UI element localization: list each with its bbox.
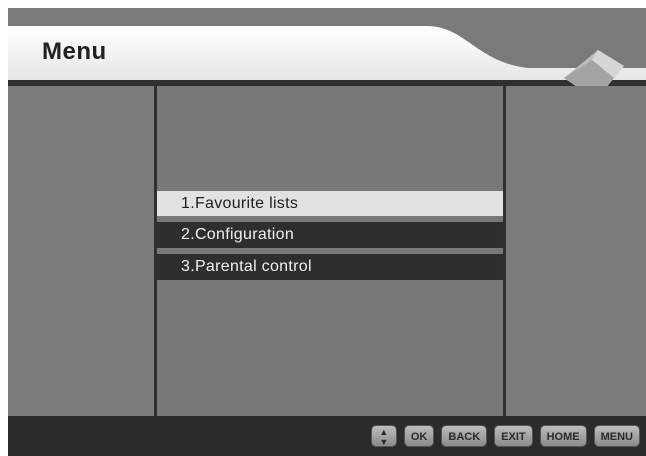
remote-key-hints: ▲ ▼ OK BACK EXIT HOME MENU [370,425,640,447]
footer-bar: ▲ ▼ OK BACK EXIT HOME MENU [8,416,646,456]
main-menu-list: 1.Favourite lists 2.Configuration 3.Pare… [157,191,503,286]
menu-button[interactable]: MENU [593,425,640,447]
tv-menu-screen: Menu 1.Favourite lists 2.Configuration 3… [8,8,646,456]
back-button[interactable]: BACK [441,425,488,447]
menu-item-favourite-lists[interactable]: 1.Favourite lists [157,191,503,216]
menu-item-configuration[interactable]: 2.Configuration [157,222,503,248]
menu-item-parental-control[interactable]: 3.Parental control [157,254,503,280]
header-bar: Menu [8,8,646,100]
right-panel [506,86,646,416]
ok-button[interactable]: OK [403,425,435,447]
left-panel [8,86,154,416]
up-down-arrows-icon[interactable]: ▲ ▼ [370,425,397,447]
home-button[interactable]: HOME [539,425,587,447]
page-title: Menu [42,38,107,65]
exit-button[interactable]: EXIT [494,425,533,447]
